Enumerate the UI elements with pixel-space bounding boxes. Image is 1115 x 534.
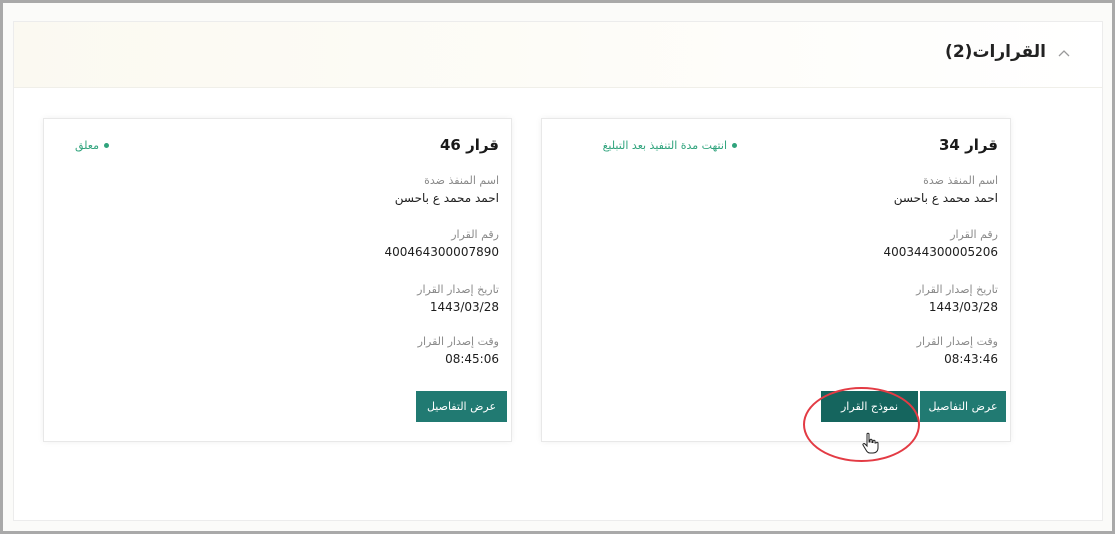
status-dot-icon — [732, 143, 737, 148]
decision-number-field: رقم القرار 400464300007890 — [384, 227, 499, 261]
executor-value: احمد محمد ع باحسن — [893, 191, 998, 205]
executor-value: احمد محمد ع باحسن — [394, 191, 499, 205]
issue-date-value: 1443/03/28 — [928, 300, 998, 314]
issue-time-field: وقت إصدار القرار 08:43:46 — [917, 334, 998, 368]
status-badge: معلق — [75, 139, 109, 152]
section-title: القرارات(2) — [945, 42, 1046, 62]
view-details-button[interactable]: عرض التفاصيل — [920, 391, 1006, 422]
status-text: معلق — [74, 139, 99, 152]
executor-label: اسم المنفذ ضدة — [424, 174, 499, 187]
decision-title: قرار 46 — [439, 136, 499, 154]
executor-label: اسم المنفذ ضدة — [923, 174, 998, 187]
issue-date-value: 1443/03/28 — [429, 300, 499, 314]
decision-number-value: 400344300005206 — [883, 245, 998, 259]
executor-field: اسم المنفذ ضدة احمد محمد ع باحسن — [395, 173, 499, 207]
decision-number-field: رقم القرار 400344300005206 — [883, 227, 998, 261]
decision-number-value: 400464300007890 — [384, 245, 499, 259]
issue-time-field: وقت إصدار القرار 08:45:06 — [418, 334, 499, 368]
decisions-section-header[interactable]: القرارات(2) — [14, 22, 1102, 88]
issue-date-field: تاريخ إصدار القرار 1443/03/28 — [916, 282, 998, 316]
view-details-button[interactable]: عرض التفاصيل — [416, 391, 507, 422]
decision-card: قرار 34 انتهت مدة التنفيذ بعد التبليغ اس… — [541, 118, 1011, 442]
issue-time-value: 08:45:06 — [445, 352, 499, 366]
hand-cursor-icon — [862, 432, 879, 454]
issue-date-label: تاريخ إصدار القرار — [417, 283, 499, 296]
status-text: انتهت مدة التنفيذ بعد التبليغ — [602, 139, 727, 152]
issue-date-label: تاريخ إصدار القرار — [916, 283, 998, 296]
decision-number-label: رقم القرار — [950, 228, 998, 241]
status-dot-icon — [104, 143, 109, 148]
issue-time-value: 08:43:46 — [944, 352, 998, 366]
decision-title: قرار 34 — [938, 136, 998, 154]
status-badge: انتهت مدة التنفيذ بعد التبليغ — [603, 139, 737, 152]
decision-card: قرار 46 معلق اسم المنفذ ضدة احمد محمد ع … — [43, 118, 512, 442]
decision-number-label: رقم القرار — [451, 228, 499, 241]
issue-date-field: تاريخ إصدار القرار 1443/03/28 — [417, 282, 499, 316]
chevron-up-icon[interactable] — [1056, 46, 1072, 60]
issue-time-label: وقت إصدار القرار — [916, 335, 998, 348]
issue-time-label: وقت إصدار القرار — [417, 335, 499, 348]
executor-field: اسم المنفذ ضدة احمد محمد ع باحسن — [894, 173, 998, 207]
